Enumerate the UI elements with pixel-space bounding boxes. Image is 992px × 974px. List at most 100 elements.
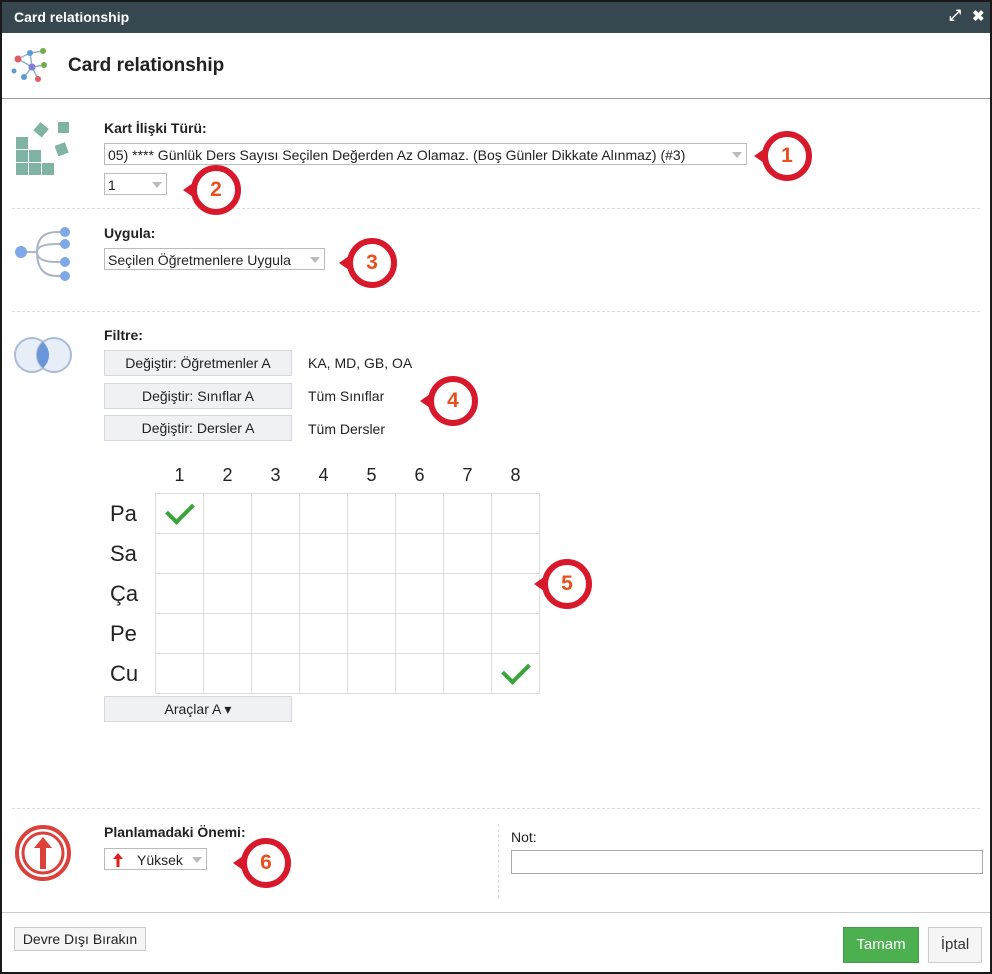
timetable-cell[interactable] xyxy=(299,493,348,534)
timetable-cell[interactable] xyxy=(251,533,300,574)
importance-label: Planlamadaki Önemi: xyxy=(104,824,246,840)
timetable-cell[interactable] xyxy=(251,653,300,694)
cancel-button[interactable]: İptal xyxy=(928,927,982,963)
timetable-cell[interactable] xyxy=(491,653,540,694)
arrow-up-icon xyxy=(113,853,123,867)
timetable-cell[interactable] xyxy=(443,493,492,534)
chevron-down-icon xyxy=(152,182,162,188)
expand-icon[interactable]: ⤢ xyxy=(949,7,961,24)
chevron-down-icon xyxy=(192,857,202,863)
timetable-cell[interactable] xyxy=(203,613,252,654)
timetable-cell[interactable] xyxy=(347,653,396,694)
day-label: Sa xyxy=(110,540,137,566)
callout-number: 4 xyxy=(428,376,478,426)
day-label: Cu xyxy=(110,660,139,686)
apply-select[interactable]: Seçilen Öğretmenlere Uygula xyxy=(104,248,325,270)
filter-label: Filtre: xyxy=(104,327,143,343)
period-header: 7 xyxy=(462,464,473,485)
timetable-cell[interactable] xyxy=(443,653,492,694)
timetable-cell[interactable] xyxy=(203,493,252,534)
card-relationship-dialog: Card relationship ⤢ ✖ Card relationship … xyxy=(0,0,992,974)
chevron-down-icon xyxy=(732,152,742,158)
timetable-cell[interactable] xyxy=(491,613,540,654)
corner-cell xyxy=(104,457,156,494)
grid-row: Pa xyxy=(104,493,540,534)
timetable-cell[interactable] xyxy=(395,533,444,574)
timetable-cell[interactable] xyxy=(395,573,444,614)
callout-number: 6 xyxy=(241,838,291,888)
page-title: Card relationship xyxy=(68,55,225,76)
section-divider xyxy=(12,808,980,809)
network-graph-icon xyxy=(11,48,47,82)
change-subjects-button[interactable]: Değiştir: Dersler A xyxy=(104,415,292,441)
timetable-cell[interactable] xyxy=(347,573,396,614)
callout-6: 6 xyxy=(233,838,291,888)
timetable-cell[interactable] xyxy=(491,573,540,614)
apply-label: Uygula: xyxy=(104,225,156,241)
timetable-cell[interactable] xyxy=(203,573,252,614)
timetable-cell[interactable] xyxy=(395,493,444,534)
note-input[interactable] xyxy=(511,850,983,874)
timetable-cell[interactable] xyxy=(155,533,204,574)
change-teachers-button[interactable]: Değiştir: Öğretmenler A xyxy=(104,350,292,376)
change-classes-button[interactable]: Değiştir: Sınıflar A xyxy=(104,383,292,409)
day-label: Ça xyxy=(110,580,139,606)
timetable-cell[interactable] xyxy=(347,493,396,534)
timetable-cell[interactable] xyxy=(299,613,348,654)
importance-icon xyxy=(15,825,71,881)
timetable-cell[interactable] xyxy=(491,533,540,574)
classes-filter-value: Tüm Sınıflar xyxy=(308,388,385,404)
grid-row: Ça xyxy=(104,573,540,614)
checkmark-icon xyxy=(164,494,195,525)
chevron-down-icon xyxy=(310,257,320,263)
timetable-cell[interactable] xyxy=(155,613,204,654)
timetable-cell[interactable] xyxy=(299,533,348,574)
importance-select[interactable]: Yüksek xyxy=(104,848,207,870)
callout-number: 1 xyxy=(762,131,812,181)
disable-button[interactable]: Devre Dışı Bırakın xyxy=(14,927,146,951)
timetable-cell[interactable] xyxy=(299,653,348,694)
timetable-cell[interactable] xyxy=(443,613,492,654)
close-icon[interactable]: ✖ xyxy=(972,7,985,25)
period-header: 6 xyxy=(414,464,425,485)
timetable-cell[interactable] xyxy=(155,573,204,614)
relation-type-select[interactable]: 05) **** Günlük Ders Sayısı Seçilen Değe… xyxy=(104,143,747,165)
timetable-cell[interactable] xyxy=(491,493,540,534)
timetable-cell[interactable] xyxy=(155,493,204,534)
tools-menu-button[interactable]: Araçlar A ▾ xyxy=(104,696,292,722)
period-header: 4 xyxy=(318,464,329,485)
timetable-cell[interactable] xyxy=(251,493,300,534)
vertical-divider xyxy=(498,824,499,898)
timetable-cell[interactable] xyxy=(395,613,444,654)
callout-3: 3 xyxy=(339,238,397,288)
timetable-cell[interactable] xyxy=(347,613,396,654)
timetable-cell[interactable] xyxy=(251,573,300,614)
timetable-cell[interactable] xyxy=(395,653,444,694)
relation-type-value: 05) **** Günlük Ders Sayısı Seçilen Değe… xyxy=(108,147,686,163)
timetable-cell[interactable] xyxy=(251,613,300,654)
dialog-footer xyxy=(2,912,990,913)
period-header: 8 xyxy=(510,464,521,485)
grid-row: Pe xyxy=(104,613,540,654)
count-select[interactable]: 1 xyxy=(104,173,167,195)
timetable-cell[interactable] xyxy=(203,533,252,574)
timetable-cell[interactable] xyxy=(443,573,492,614)
dialog-header: Card relationship xyxy=(2,33,990,99)
period-header-row: 1 2 3 4 5 6 7 8 xyxy=(104,457,540,494)
window-titlebar[interactable]: Card relationship ⤢ ✖ xyxy=(2,2,990,33)
callout-number: 5 xyxy=(542,559,592,609)
callout-2: 2 xyxy=(183,165,241,215)
day-label: Pa xyxy=(110,500,137,526)
grid-row: Sa xyxy=(104,533,540,574)
timetable-cell[interactable] xyxy=(203,653,252,694)
period-header: 5 xyxy=(366,464,377,485)
apply-value: Seçilen Öğretmenlere Uygula xyxy=(108,252,291,268)
section-divider xyxy=(12,311,980,312)
timetable-cell[interactable] xyxy=(347,533,396,574)
timetable-cell[interactable] xyxy=(155,653,204,694)
callout-number: 3 xyxy=(347,238,397,288)
timetable-cell[interactable] xyxy=(443,533,492,574)
teachers-filter-value: KA, MD, GB, OA xyxy=(308,355,413,371)
ok-button[interactable]: Tamam xyxy=(843,927,919,963)
timetable-cell[interactable] xyxy=(299,573,348,614)
